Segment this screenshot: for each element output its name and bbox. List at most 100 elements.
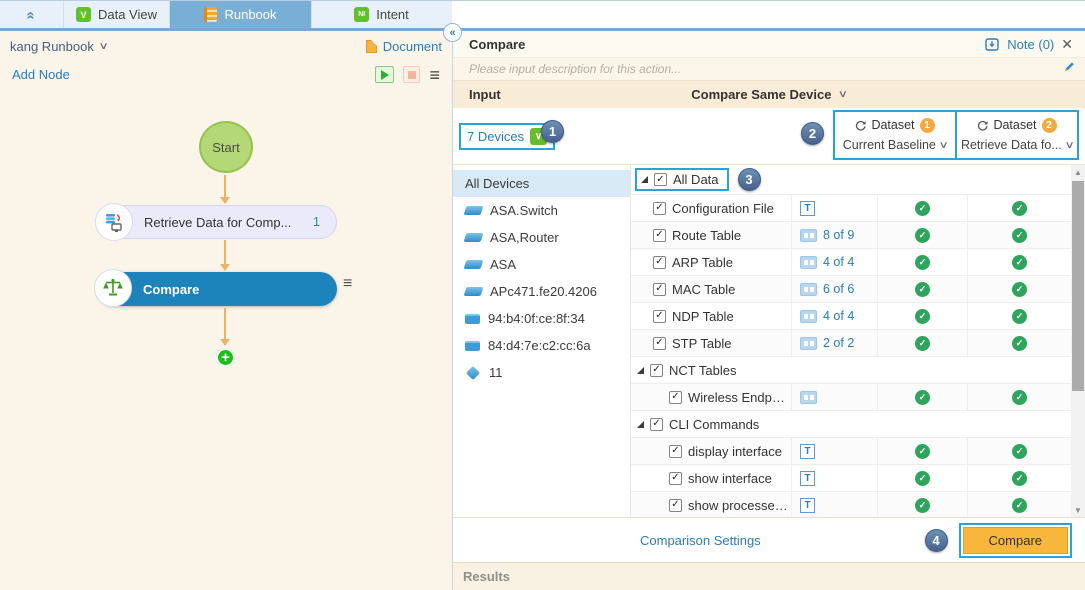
retrieve-node-count: 1 xyxy=(313,215,320,229)
expand-triangle-icon[interactable] xyxy=(637,421,644,428)
table-row[interactable]: show interface xyxy=(631,464,1071,491)
document-icon xyxy=(366,40,377,53)
device-list-item[interactable]: APc471.fe20.4206 xyxy=(453,278,630,305)
chevron-down-icon: ∨ xyxy=(1064,140,1074,151)
annotation-badge-1: 1 xyxy=(541,120,564,143)
table-row[interactable]: MAC Table 6 of 6 xyxy=(631,275,1071,302)
device-list-item[interactable]: 84:d4:7e:c2:cc:6a xyxy=(453,332,630,359)
row-checkbox[interactable] xyxy=(653,283,666,296)
scrollbar-thumb[interactable] xyxy=(1072,181,1084,391)
row-count-link[interactable]: 8 of 9 xyxy=(823,228,854,242)
row-checkbox[interactable] xyxy=(669,445,682,458)
run-button[interactable] xyxy=(375,66,394,83)
row-checkbox[interactable] xyxy=(653,337,666,350)
row-checkbox[interactable] xyxy=(669,391,682,404)
device-list-item[interactable]: 11 xyxy=(453,359,630,386)
annotation-badge-4: 4 xyxy=(925,529,948,552)
tab-data-view[interactable]: V Data View xyxy=(64,1,170,28)
row-label: ARP Table xyxy=(672,255,733,270)
description-row: Please input description for this action… xyxy=(453,57,1085,81)
table-row[interactable]: display interface xyxy=(631,437,1071,464)
row-checkbox[interactable] xyxy=(650,418,663,431)
device-icon xyxy=(465,341,480,351)
table-row[interactable]: STP Table 2 of 2 xyxy=(631,329,1071,356)
compare-node-icon xyxy=(94,269,132,307)
table-row[interactable]: Configuration File xyxy=(631,194,1071,221)
note-link[interactable]: Note (0) xyxy=(1007,37,1054,52)
device-name: All Devices xyxy=(465,176,529,191)
table-row[interactable]: NCT Tables xyxy=(631,356,1071,383)
row-checkbox[interactable] xyxy=(653,310,666,323)
device-list-item[interactable]: All Devices xyxy=(453,170,630,197)
dataset2-status-check-icon xyxy=(1012,390,1027,405)
expand-triangle-icon[interactable] xyxy=(637,367,644,374)
selector-row: 7 Devices ∨ 1 2 Dataset 1 Curren xyxy=(453,108,1085,164)
row-checkbox[interactable] xyxy=(669,499,682,512)
scroll-up-icon[interactable]: ▲ xyxy=(1071,165,1085,179)
dataset2-status-check-icon xyxy=(1012,255,1027,270)
note-window-icon[interactable] xyxy=(985,37,1000,51)
row-count-link[interactable]: 2 of 2 xyxy=(823,336,854,350)
dataset2-status-check-icon xyxy=(1012,309,1027,324)
row-checkbox[interactable] xyxy=(669,472,682,485)
table-row[interactable]: ARP Table 4 of 4 xyxy=(631,248,1071,275)
row-label: show processes cpu xyxy=(688,498,791,513)
dataset-1-dropdown[interactable]: Current Baseline ∨ xyxy=(843,138,947,152)
devices-dropdown-value: 7 Devices xyxy=(467,129,524,144)
device-list-item[interactable]: ASA xyxy=(453,251,630,278)
table-row[interactable]: NDP Table 4 of 4 xyxy=(631,302,1071,329)
row-label: Route Table xyxy=(672,228,741,243)
add-step-button[interactable]: + xyxy=(216,348,235,367)
input-section-label: Input xyxy=(469,87,501,102)
runbook-name-dropdown[interactable]: kang Runbook ∨ xyxy=(10,39,107,54)
edit-pencil-icon[interactable] xyxy=(1062,61,1075,77)
data-type-icon xyxy=(800,337,817,350)
menu-icon[interactable]: ≡ xyxy=(429,66,440,84)
tab-intent[interactable]: NI Intent xyxy=(312,1,451,28)
collapse-right-panel-button[interactable]: « xyxy=(443,23,462,42)
row-count-link[interactable]: 6 of 6 xyxy=(823,282,854,296)
row-checkbox[interactable] xyxy=(653,202,666,215)
description-placeholder[interactable]: Please input description for this action… xyxy=(469,62,681,76)
dataset-1-value: Current Baseline xyxy=(843,138,936,152)
compare-mode-dropdown[interactable]: Compare Same Device ∨ xyxy=(691,87,847,102)
table-row[interactable]: CLI Commands xyxy=(631,410,1071,437)
device-name: 84:d4:7e:c2:cc:6a xyxy=(488,338,591,353)
scroll-down-icon[interactable]: ▼ xyxy=(1071,503,1085,517)
compare-node[interactable]: Compare xyxy=(97,272,337,306)
row-checkbox[interactable] xyxy=(650,364,663,377)
device-list-item[interactable]: ASA,Router xyxy=(453,224,630,251)
all-data-checkbox[interactable] xyxy=(654,173,667,186)
table-row[interactable]: Wireless Endpoint Ta... xyxy=(631,383,1071,410)
stop-button[interactable] xyxy=(403,66,420,83)
expand-triangle-icon[interactable] xyxy=(641,176,648,183)
table-row[interactable]: show processes cpu xyxy=(631,491,1071,517)
dataset2-status-check-icon xyxy=(1012,201,1027,216)
panel-title: Compare xyxy=(469,37,525,52)
data-type-icon xyxy=(800,471,815,486)
row-count-link[interactable]: 4 of 4 xyxy=(823,255,854,269)
compare-button[interactable]: Compare xyxy=(963,527,1068,554)
document-link[interactable]: Document xyxy=(383,39,442,54)
retrieve-data-node[interactable]: Retrieve Data for Comp... 1 xyxy=(97,205,337,239)
comparison-settings-link[interactable]: Comparison Settings xyxy=(640,533,761,548)
collapse-panel-button[interactable]: « xyxy=(0,1,64,28)
device-list-item[interactable]: 94:b4:0f:ce:8f:34 xyxy=(453,305,630,332)
row-checkbox[interactable] xyxy=(653,256,666,269)
table-row[interactable]: Route Table 8 of 9 xyxy=(631,221,1071,248)
tab-strip: « V Data View Runbook NI Intent xyxy=(0,1,452,28)
dataset-2-dropdown[interactable]: Retrieve Data fo... ∨ xyxy=(961,138,1073,152)
row-count-link[interactable]: 4 of 4 xyxy=(823,309,854,323)
add-node-link[interactable]: Add Node xyxy=(12,67,70,82)
device-list-item[interactable]: ASA.Switch xyxy=(453,197,630,224)
row-checkbox[interactable] xyxy=(653,229,666,242)
connector-arrow xyxy=(224,175,226,203)
row-label: MAC Table xyxy=(672,282,735,297)
node-menu-icon[interactable]: ≡ xyxy=(343,275,352,293)
input-content-area: All Devices ASA.Switch ASA,Router ASA AP… xyxy=(453,164,1085,517)
all-data-toggle[interactable]: All Data xyxy=(635,168,729,191)
tab-runbook[interactable]: Runbook xyxy=(170,1,312,28)
vertical-scrollbar[interactable]: ▲ ▼ xyxy=(1071,165,1085,517)
start-node[interactable]: Start xyxy=(199,121,253,173)
close-icon[interactable]: ✕ xyxy=(1061,36,1073,53)
